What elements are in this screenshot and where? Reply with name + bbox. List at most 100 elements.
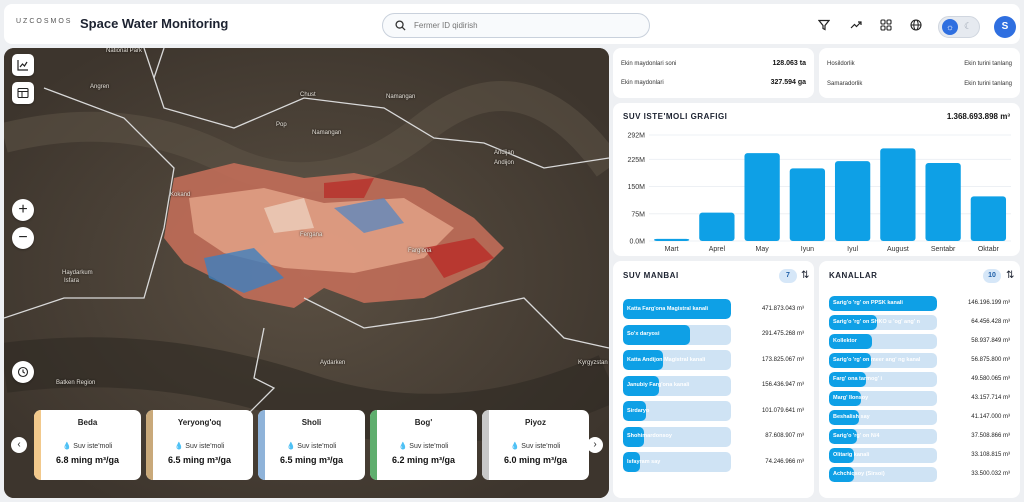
source-count-badge: 7 <box>779 269 797 283</box>
chart-bar[interactable] <box>970 196 1007 241</box>
item-value: 146.196.199 m³ <box>967 300 1010 306</box>
list-item[interactable]: Katta Farg'ona Magistral kanali 471.873.0… <box>623 299 804 319</box>
list-item[interactable]: Sarig'o 'rg' on SHKO u 'og' ang' n 64.456… <box>829 315 1010 330</box>
cards-next-arrow[interactable]: › <box>587 437 603 453</box>
list-item[interactable]: Marg' Ilonsoy 43.157.714 m³ <box>829 391 1010 406</box>
search-input[interactable] <box>414 21 634 30</box>
moon-icon: ☾ <box>964 21 973 31</box>
canals-title: KANALLAR <box>829 271 878 280</box>
x-tick-label: May <box>756 246 770 253</box>
list-item[interactable]: Sarig'o 'rg' on N/4 37.508.866 m³ <box>829 429 1010 444</box>
map-label: Namangan <box>312 130 342 136</box>
globe-icon[interactable] <box>908 17 924 33</box>
item-label: Sarig'o 'rg' on PPSK kanali <box>833 300 903 306</box>
top-header: UZCOSMOS Space Water Monitoring ☼ ☾ S <box>4 4 1020 44</box>
item-value: 43.157.714 m³ <box>971 395 1010 401</box>
chart-total: 1.368.693.898 m³ <box>946 112 1010 121</box>
crop-card[interactable]: Piyoz 💧 Suv iste'moli 6.0 ming m³/ga <box>482 410 589 480</box>
history-button[interactable] <box>12 361 34 383</box>
sort-icon[interactable]: ⇅ <box>1006 270 1014 281</box>
chart-view-button[interactable] <box>12 54 34 76</box>
stat-value: 128.063 ta <box>772 60 806 67</box>
table-view-button[interactable] <box>12 82 34 104</box>
chart-bar[interactable] <box>653 238 690 241</box>
usage-bar: Beshalish say <box>829 410 937 425</box>
water-source-panel: SUV MANBAI 7 ⇅ Katta Farg'ona Magistral … <box>613 261 814 498</box>
usage-bar: Isfayram say <box>623 452 731 472</box>
crop-card[interactable]: Beda 💧 Suv iste'moli 6.8 ming m³/ga <box>34 410 141 480</box>
chart-bar[interactable] <box>699 212 735 241</box>
bar-chart[interactable]: 0.0M 75M 150M 225M 292M Mart Aprel May Iyun Iyul A… <box>613 127 1020 256</box>
usage-bar: Sarig'o 'rg' on PPSK kanali <box>829 296 937 311</box>
item-label: Farg' ona tarmog' i <box>833 376 883 382</box>
crop-card[interactable]: Sholi 💧 Suv iste'moli 6.5 ming m³/ga <box>258 410 365 480</box>
grid-icon[interactable] <box>878 17 894 33</box>
crop-value: 6.5 ming m³/ga <box>279 455 343 465</box>
chart-bar[interactable] <box>925 162 961 241</box>
list-item[interactable]: Sarig'o 'rg' on PPSK kanali 146.196.199 m… <box>829 296 1010 311</box>
item-value: 471.873.043 m³ <box>761 305 804 312</box>
item-label: Marg' Ilonsoy <box>833 395 869 401</box>
crop-metric: 💧 Suv iste'moli <box>286 443 337 450</box>
item-value: 49.580.065 m³ <box>971 376 1010 382</box>
item-label: Olitarig kanali <box>833 452 870 458</box>
list-item[interactable]: Shohimardonsoy 87.608.907 m³ <box>623 426 804 447</box>
uzcosmos-logo[interactable]: UZCOSMOS <box>16 18 72 25</box>
theme-toggle[interactable]: ☼ ☾ <box>938 16 980 38</box>
x-tick-label: Iyun <box>801 246 814 253</box>
list-item[interactable]: Achchiqsoy (Sirsoi) 33.500.032 m³ <box>829 467 1010 482</box>
stats-panel-left: Ekin maydonlari soni 128.063 ta Ekin may… <box>613 48 814 98</box>
chart-bar[interactable] <box>744 153 780 241</box>
crop-name: Yeryong'oq <box>177 418 222 427</box>
chart-title: SUV ISTE'MOLI GRAFIGI <box>623 112 728 121</box>
crop-card[interactable]: Bog' 💧 Suv iste'moli 6.2 ming m³/ga <box>370 410 477 480</box>
crop-select-link[interactable]: Ekin turini tanlang <box>964 61 1012 67</box>
item-value: 291.475.268 m³ <box>761 331 804 337</box>
item-value: 37.508.866 m³ <box>971 433 1010 439</box>
list-item[interactable]: Farg' ona tarmog' i 49.580.065 m³ <box>829 372 1010 387</box>
map-label: Farg'ona <box>408 248 432 254</box>
cards-prev-arrow[interactable]: ‹ <box>11 437 27 453</box>
trend-icon[interactable] <box>848 17 864 33</box>
item-label: Sarig'o 'rg' on SHKO u 'og' ang' n <box>833 319 920 325</box>
list-item[interactable]: Janubiy Farg'ona kanali 156.436.947 m³ <box>623 375 804 396</box>
sort-icon[interactable]: ⇅ <box>801 270 809 281</box>
y-tick-label: 225M <box>627 157 645 164</box>
usage-bar: So'x daryosi <box>623 324 731 345</box>
usage-bar: Janubiy Farg'ona kanali <box>623 375 731 396</box>
map-view[interactable]: National Park Angren Chust Pop Namangan … <box>4 48 609 498</box>
card-color-edge <box>258 410 265 480</box>
usage-bar: Achchiqsoy (Sirsoi) <box>829 467 937 482</box>
list-item[interactable]: Beshalish say 41.147.000 m³ <box>829 410 1010 425</box>
user-avatar[interactable]: S <box>994 16 1016 38</box>
item-label: Janubiy Farg'ona kanali <box>627 382 690 388</box>
usage-bar: Shohimardonsoy <box>623 426 731 447</box>
item-label: Beshalish say <box>833 414 870 420</box>
item-value: 74.246.966 m³ <box>765 458 804 465</box>
list-item[interactable]: Sarig'o 'rg' on meer ang' ng kanal 56.875… <box>829 353 1010 368</box>
list-item[interactable]: Isfayram say 74.246.966 m³ <box>623 452 804 472</box>
filter-icon[interactable] <box>816 17 832 33</box>
list-item[interactable]: Olitarig kanali 33.108.815 m³ <box>829 448 1010 463</box>
crop-card[interactable]: Yeryong'oq 💧 Suv iste'moli 6.5 ming m³/g… <box>146 410 253 480</box>
list-item[interactable]: So'x daryosi 291.475.268 m³ <box>623 324 804 345</box>
zoom-out-button[interactable]: − <box>12 227 34 249</box>
list-item[interactable]: Sirdaryo 101.079.641 m³ <box>623 401 804 421</box>
item-value: 101.079.641 m³ <box>761 407 804 414</box>
chart-bar[interactable] <box>789 168 826 241</box>
crop-select-link[interactable]: Ekin turini tanlang <box>964 81 1012 87</box>
map-label: Namangan <box>386 94 416 100</box>
item-label: Katta Farg'ona Magistral kanali <box>627 305 709 312</box>
list-item[interactable]: Katta Andijon Magistral kanali 173.825.06… <box>623 350 804 370</box>
crop-name: Bog' <box>414 418 433 427</box>
chart-bar[interactable] <box>834 161 871 241</box>
map-label: Batken Region <box>56 380 96 386</box>
chart-bar[interactable] <box>880 148 916 241</box>
zoom-in-button[interactable]: + <box>12 199 34 221</box>
map-label: Andijon <box>494 160 515 166</box>
usage-bar: Sarig'o 'rg' on SHKO u 'og' ang' n <box>829 315 937 330</box>
search-bar[interactable] <box>382 13 650 38</box>
x-tick-label: Aprel <box>709 246 726 253</box>
list-item[interactable]: Kollektor 58.937.849 m³ <box>829 334 1010 349</box>
map-label: Pop <box>276 122 287 128</box>
